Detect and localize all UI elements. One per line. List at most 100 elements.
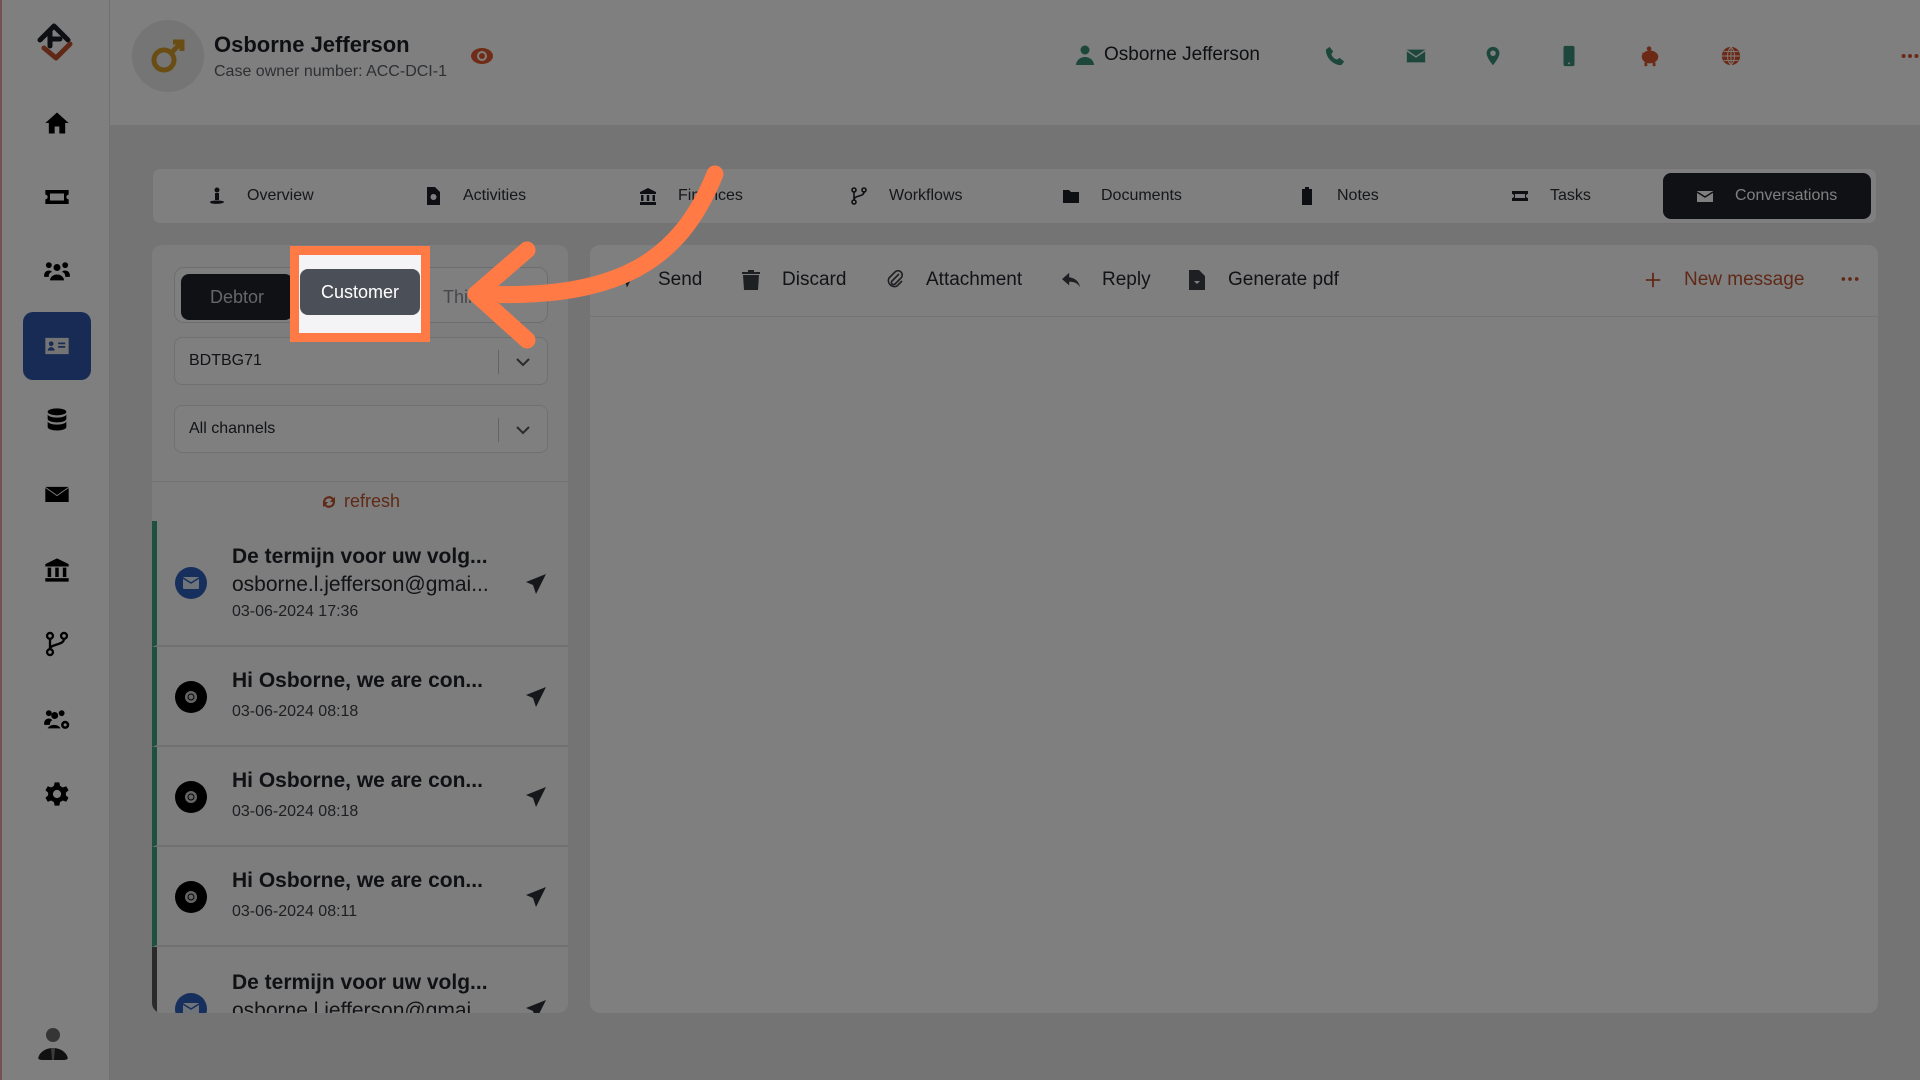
phone-button[interactable] [1323, 44, 1347, 68]
attachment-button[interactable]: Attachment [886, 269, 1022, 291]
highlighted-customer-segment[interactable]: Customer [300, 269, 420, 315]
tab-finances[interactable]: Finances [640, 173, 743, 219]
trash-icon [742, 270, 760, 290]
email-channel-icon [175, 993, 207, 1013]
gear-icon [45, 782, 69, 806]
discard-label: Discard [782, 269, 847, 290]
plus-icon [1645, 272, 1661, 288]
file-search-icon [427, 187, 440, 205]
paperclip-icon [887, 270, 904, 288]
refresh-button[interactable]: refresh [152, 481, 568, 521]
send-label: Send [658, 269, 703, 290]
tab-overview-label: Overview [247, 187, 314, 204]
sent-icon [526, 687, 546, 707]
message-item[interactable]: Hi Osborne, we are con... 03-06-2024 08:… [152, 647, 568, 747]
message-title: Hi Osborne, we are con... [232, 869, 483, 892]
email-channel-icon [175, 567, 207, 599]
more-button[interactable] [1898, 44, 1920, 68]
debtor-name: Osborne Jefferson [214, 32, 410, 57]
sidebar-item-tickets[interactable] [23, 163, 91, 231]
generate-pdf-label: Generate pdf [1228, 269, 1339, 290]
contact-name: Osborne Jefferson [1104, 44, 1260, 65]
tab-overview[interactable]: Overview [209, 173, 314, 219]
id-card-icon [45, 337, 69, 355]
segment-debtor[interactable]: Debtor [181, 274, 293, 320]
send-icon [619, 272, 635, 288]
users-gear-icon [44, 710, 70, 729]
message-email: osborne.l.jefferson@gmai... [232, 573, 489, 596]
message-item[interactable]: Hi Osborne, we are con... 03-06-2024 08:… [152, 847, 568, 947]
sidebar-item-workflows[interactable] [23, 610, 91, 678]
branch-icon [45, 631, 69, 657]
location-button[interactable] [1481, 44, 1505, 68]
message-email: osborne.l.jefferson@gmai... [232, 999, 489, 1013]
tab-activities[interactable]: Activities [425, 173, 526, 219]
conversation-list-panel: Debtor Customer Third BDTBG71 All channe… [152, 245, 568, 1013]
bank-icon [45, 558, 69, 582]
finance-button[interactable] [1638, 44, 1662, 68]
more-icon [1841, 277, 1859, 281]
eye-icon[interactable] [470, 46, 494, 66]
tab-documents[interactable]: Documents [1063, 173, 1182, 219]
attachment-label: Attachment [926, 269, 1023, 290]
sidebar-item-settings[interactable] [23, 760, 91, 828]
refresh-icon [322, 495, 335, 508]
sidebar-item-cases[interactable] [23, 312, 91, 380]
sent-icon [526, 1000, 546, 1013]
tab-workflows[interactable]: Workflows [851, 173, 963, 219]
case-tabs: Overview Activities Finances Workflows D… [152, 168, 1877, 224]
segment-third[interactable]: Third [433, 274, 513, 320]
chevron-down-icon [516, 426, 530, 435]
message-title: De termijn voor uw volg... [232, 545, 488, 568]
channel-select[interactable]: All channels [174, 405, 548, 453]
compose-toolbar: Send Discard Attachment Reply Generate p… [590, 245, 1878, 317]
tab-notes[interactable]: Notes [1299, 173, 1379, 219]
tab-conversations[interactable]: Conversations [1663, 173, 1872, 219]
toolbar-more-button[interactable] [1840, 269, 1860, 289]
app-logo-icon[interactable] [32, 18, 80, 66]
send-button[interactable]: Send [618, 269, 702, 291]
case-header: Osborne Jefferson Case owner number: ACC… [110, 0, 1920, 125]
sidebar-item-teams[interactable] [23, 685, 91, 753]
gender-avatar [132, 20, 204, 92]
envelope-icon [45, 486, 69, 502]
account-select[interactable]: BDTBG71 [174, 337, 548, 385]
message-item[interactable]: Hi Osborne, we are con... 03-06-2024 08:… [152, 747, 568, 847]
reply-button[interactable]: Reply [1062, 269, 1151, 291]
home-icon [45, 112, 69, 134]
discard-button[interactable]: Discard [742, 269, 846, 291]
refresh-label: refresh [343, 491, 401, 511]
ticket-icon [45, 190, 69, 204]
contact-person[interactable]: Osborne Jefferson [1076, 44, 1260, 66]
message-date: 03-06-2024 08:18 [232, 803, 359, 820]
sidebar-item-finance[interactable] [23, 536, 91, 604]
case-owner-number: Case owner number: ACC-DCI-1 [214, 63, 447, 80]
tab-tasks[interactable]: Tasks [1512, 173, 1591, 219]
sidebar-item-home[interactable] [23, 89, 91, 157]
message-date: 03-06-2024 17:36 [232, 603, 359, 620]
message-compose-panel: Send Discard Attachment Reply Generate p… [590, 245, 1878, 1013]
tab-conversations-label: Conversations [1735, 187, 1838, 204]
generate-pdf-button[interactable]: Generate pdf [1188, 269, 1339, 291]
message-item[interactable]: De termijn voor uw volg... osborne.l.jef… [152, 521, 568, 647]
mobile-button[interactable] [1557, 44, 1581, 68]
sidebar-item-users[interactable] [23, 237, 91, 305]
message-item[interactable]: De termijn voor uw volg... osborne.l.jef… [152, 947, 568, 1013]
email-button[interactable] [1404, 44, 1428, 68]
envelope-icon [1406, 49, 1426, 63]
sent-icon [526, 887, 546, 907]
sidebar-item-database[interactable] [23, 386, 91, 454]
other-channel-icon [175, 881, 207, 913]
envelope-icon [1697, 191, 1713, 202]
user-icon [1076, 45, 1094, 65]
message-title: Hi Osborne, we are con... [232, 769, 483, 792]
user-avatar[interactable] [36, 1024, 70, 1060]
tab-documents-label: Documents [1101, 187, 1182, 204]
website-button[interactable] [1719, 44, 1743, 68]
reply-label: Reply [1102, 269, 1151, 290]
piggy-bank-icon [1641, 46, 1659, 67]
select-divider [498, 350, 499, 374]
sidebar-item-mail[interactable] [23, 461, 91, 529]
new-message-button[interactable]: New message [1644, 269, 1804, 291]
channel-select-value: All channels [189, 420, 276, 437]
